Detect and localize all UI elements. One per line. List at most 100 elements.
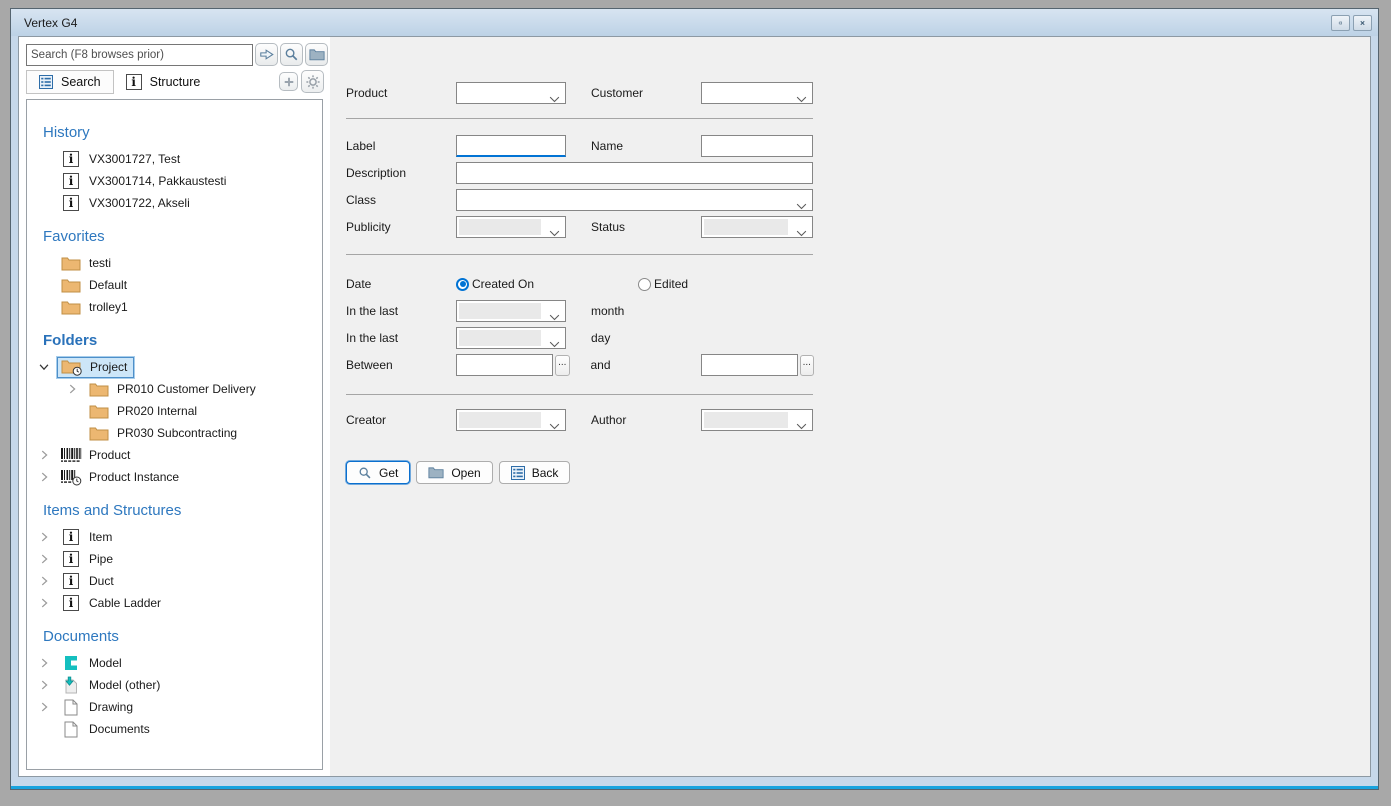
pin-button[interactable] — [1331, 15, 1350, 31]
favorite-item[interactable]: Default — [27, 274, 322, 296]
back-button[interactable]: Back — [499, 461, 571, 484]
created-on-label: Created On — [472, 277, 534, 291]
info-icon: i — [63, 595, 79, 611]
between-to-input[interactable] — [701, 354, 798, 376]
chevron-down-icon — [796, 230, 807, 237]
tab-search[interactable]: Search — [26, 70, 114, 94]
chevron-right-icon[interactable] — [37, 448, 51, 462]
separator — [346, 254, 813, 255]
go-button[interactable] — [255, 43, 278, 66]
chevron-down-icon — [796, 203, 807, 210]
tree-item-documents[interactable]: Documents — [27, 718, 322, 740]
get-button[interactable]: Get — [346, 461, 410, 484]
search-row — [26, 43, 328, 66]
and-label: and — [591, 358, 701, 372]
barcode-clock-icon — [60, 469, 82, 486]
folder-icon — [428, 466, 444, 479]
chevron-right-icon[interactable] — [37, 596, 51, 610]
window-title: Vertex G4 — [24, 16, 1331, 30]
last-days-select[interactable] — [456, 327, 566, 349]
close-button[interactable] — [1353, 15, 1372, 31]
created-on-radio[interactable] — [456, 278, 469, 291]
folders-heading: Folders — [43, 332, 322, 349]
tree-item-pr010[interactable]: PR010 Customer Delivery — [27, 378, 322, 400]
open-button-label: Open — [451, 466, 480, 480]
description-input[interactable] — [456, 162, 813, 184]
author-select[interactable] — [701, 409, 813, 431]
tab-structure[interactable]: i Structure — [114, 70, 213, 94]
chevron-down-icon — [796, 96, 807, 103]
chevron-right-icon[interactable] — [37, 700, 51, 714]
day-label: day — [591, 331, 701, 345]
between-from-picker-button[interactable]: ... — [555, 355, 570, 376]
chevron-down-icon — [549, 314, 560, 321]
name-label: Name — [591, 139, 701, 153]
in-the-last-month-label: In the last — [346, 304, 456, 318]
between-to-picker-button[interactable]: ... — [800, 355, 815, 376]
favorite-item[interactable]: testi — [27, 252, 322, 274]
items-structures-heading: Items and Structures — [43, 502, 322, 519]
add-tab-button[interactable] — [279, 72, 298, 91]
chevron-right-icon[interactable] — [37, 530, 51, 544]
month-label: month — [591, 304, 701, 318]
tree-item-product[interactable]: Product — [27, 444, 322, 466]
chevron-right-icon[interactable] — [37, 574, 51, 588]
tree-item-drawing[interactable]: Drawing — [27, 696, 322, 718]
search-input[interactable] — [26, 44, 253, 66]
drawing-page-icon — [64, 699, 78, 716]
chevron-right-icon[interactable] — [37, 470, 51, 484]
model-icon — [63, 655, 79, 671]
tab-structure-label: Structure — [150, 75, 201, 89]
info-icon: i — [63, 529, 79, 545]
class-label: Class — [346, 193, 456, 207]
history-item[interactable]: i VX3001714, Pakkaustesti — [27, 170, 322, 192]
chevron-right-icon[interactable] — [37, 656, 51, 670]
tree-item-model-other[interactable]: Model (other) — [27, 674, 322, 696]
tree-item-pr020[interactable]: PR020 Internal — [27, 400, 322, 422]
titlebar[interactable]: Vertex G4 — [11, 9, 1378, 36]
separator — [346, 394, 813, 395]
chevron-down-icon[interactable] — [37, 360, 51, 374]
history-item[interactable]: i VX3001727, Test — [27, 148, 322, 170]
chevron-right-icon[interactable] — [37, 678, 51, 692]
folder-icon — [89, 382, 109, 397]
favorites-heading: Favorites — [43, 228, 322, 245]
between-from-input[interactable] — [456, 354, 553, 376]
tree-item-pipe[interactable]: i Pipe — [27, 548, 322, 570]
form-buttons: Get Open Back — [346, 461, 814, 484]
class-select[interactable] — [456, 189, 813, 211]
history-item[interactable]: i VX3001722, Akseli — [27, 192, 322, 214]
tree-item-duct[interactable]: i Duct — [27, 570, 322, 592]
left-column: Search i Structure — [19, 37, 330, 776]
back-button-label: Back — [532, 466, 559, 480]
tree-item-model[interactable]: Model — [27, 652, 322, 674]
content-area: Search i Structure — [18, 36, 1371, 777]
label-label: Label — [346, 139, 456, 153]
chevron-right-icon[interactable] — [65, 382, 79, 396]
settings-button[interactable] — [301, 70, 324, 93]
selected-tree-node[interactable]: Project — [57, 357, 134, 378]
tree-item-cable-ladder[interactable]: i Cable Ladder — [27, 592, 322, 614]
product-select[interactable] — [456, 82, 566, 104]
tree-item-pr030[interactable]: PR030 Subcontracting — [27, 422, 322, 444]
creator-select[interactable] — [456, 409, 566, 431]
publicity-select[interactable] — [456, 216, 566, 238]
open-button[interactable]: Open — [416, 461, 492, 484]
customer-select[interactable] — [701, 82, 813, 104]
plus-icon — [283, 76, 295, 88]
favorite-item[interactable]: trolley1 — [27, 296, 322, 318]
name-input[interactable] — [701, 135, 813, 157]
model-other-icon — [62, 676, 80, 694]
browse-folder-button[interactable] — [305, 43, 328, 66]
pin-icon — [1338, 17, 1343, 29]
edited-radio[interactable] — [638, 278, 651, 291]
tree-item-item[interactable]: i Item — [27, 526, 322, 548]
tree-panel: History i VX3001727, Test i VX3001714, P… — [26, 99, 323, 770]
tree-item-project[interactable]: Project — [27, 356, 322, 378]
last-months-select[interactable] — [456, 300, 566, 322]
chevron-right-icon[interactable] — [37, 552, 51, 566]
label-input[interactable] — [456, 135, 566, 157]
search-button[interactable] — [280, 43, 303, 66]
status-select[interactable] — [701, 216, 813, 238]
tree-item-product-instance[interactable]: Product Instance — [27, 466, 322, 488]
